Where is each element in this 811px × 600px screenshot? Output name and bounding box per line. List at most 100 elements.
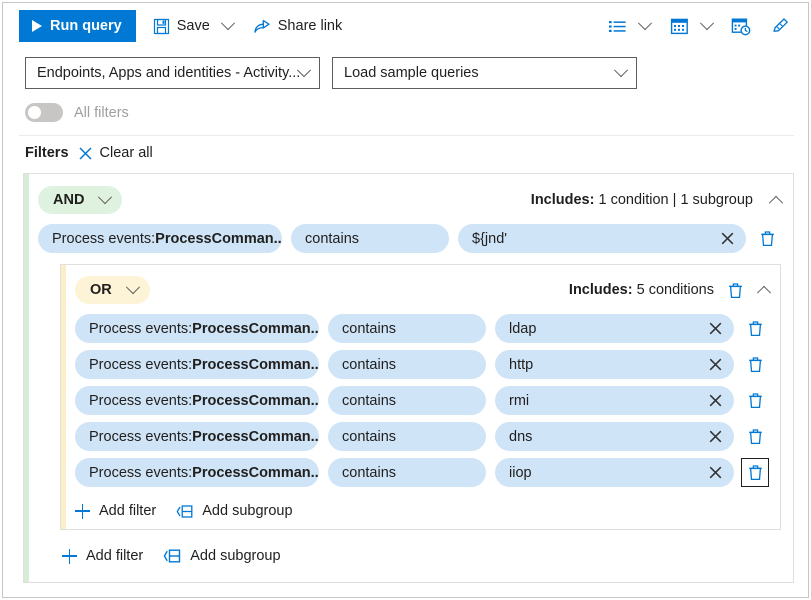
save-button[interactable]: Save — [146, 10, 236, 42]
or-add-subgroup-label: Add subgroup — [202, 503, 293, 519]
delete-condition-button[interactable] — [741, 314, 769, 343]
condition-operator-chip[interactable]: contains — [328, 422, 486, 451]
share-link-button[interactable]: Share link — [246, 10, 349, 42]
edit-button[interactable] — [766, 10, 796, 42]
condition-row: Process events: ProcessComman... contains… — [75, 350, 769, 379]
selectors-row: Endpoints, Apps and identities - Activit… — [3, 49, 808, 89]
clear-condition-value-button[interactable] — [696, 350, 734, 379]
or-operator-label: OR — [90, 282, 112, 298]
chevron-down-icon — [98, 190, 113, 205]
and-group-summary: Includes: 1 condition | 1 subgroup — [531, 192, 784, 210]
condition-field-chip[interactable]: Process events: ProcessComman... — [75, 314, 319, 343]
and-group-body: AND Includes: 1 condition | 1 subgroup P… — [24, 174, 793, 582]
run-query-button[interactable]: Run query — [19, 10, 136, 42]
chevron-down-icon — [613, 63, 629, 78]
condition-field-chip[interactable]: Process events: ProcessComman... — [75, 350, 319, 379]
includes-value: 1 condition | 1 subgroup — [598, 192, 753, 208]
condition-field-chip[interactable]: Process events: ProcessComman... — [75, 458, 319, 487]
add-subgroup-icon — [176, 504, 193, 519]
add-subgroup-icon — [163, 548, 181, 564]
date-range-dropdown[interactable] — [696, 10, 718, 42]
condition-operator-chip[interactable]: contains — [328, 314, 486, 343]
calendar-clock-icon — [731, 17, 751, 36]
delete-condition-button[interactable] — [753, 224, 781, 253]
and-operator-dropdown[interactable]: AND — [38, 186, 123, 214]
condition-field-chip[interactable]: Process events: ProcessComman... — [75, 422, 319, 451]
and-add-filter-button[interactable]: Add filter — [62, 548, 143, 564]
chevron-down-icon[interactable] — [220, 16, 235, 31]
or-operator-dropdown[interactable]: OR — [75, 276, 150, 304]
chevron-down-icon — [637, 16, 653, 31]
clear-all-label: Clear all — [99, 145, 153, 161]
all-filters-label: All filters — [74, 104, 129, 121]
condition-operator-chip[interactable]: contains — [291, 224, 449, 253]
collapse-chevron-up-icon[interactable] — [756, 285, 772, 300]
condition-operator-chip[interactable]: contains — [328, 386, 486, 415]
condition-value-chip[interactable]: ${jnd' — [458, 224, 708, 253]
condition-field-chip[interactable]: Process events: ProcessComman... — [38, 224, 282, 253]
delete-condition-button[interactable] — [741, 458, 769, 487]
and-conditions-list: Process events: ProcessComman... contains… — [38, 224, 781, 253]
delete-condition-button[interactable] — [741, 422, 769, 451]
or-group-accent-bar — [61, 265, 66, 529]
share-icon — [253, 18, 271, 35]
condition-field-name: ProcessComman... — [192, 428, 319, 445]
scope-dropdown-value: Endpoints, Apps and identities - Activit… — [37, 65, 300, 81]
filters-title: Filters — [25, 145, 69, 161]
all-filters-toggle[interactable] — [25, 103, 63, 122]
scope-dropdown[interactable]: Endpoints, Apps and identities - Activit… — [25, 57, 320, 89]
condition-row: Process events: ProcessComman... contains… — [38, 224, 781, 253]
filter-group-and: AND Includes: 1 condition | 1 subgroup P… — [23, 173, 794, 583]
condition-field-prefix: Process events: — [89, 428, 193, 445]
filters-header: Filters Clear all — [3, 136, 808, 161]
condition-value-chip[interactable]: rmi — [495, 386, 696, 415]
condition-value-chip[interactable]: ldap — [495, 314, 696, 343]
condition-operator-chip[interactable]: contains — [328, 458, 486, 487]
or-add-filter-button[interactable]: Add filter — [75, 503, 156, 519]
condition-field-name: ProcessComman... — [192, 392, 319, 409]
delete-subgroup-button[interactable] — [728, 282, 743, 299]
condition-value-chip[interactable]: iiop — [495, 458, 696, 487]
clear-condition-value-button[interactable] — [696, 386, 734, 415]
includes-value: 5 conditions — [636, 282, 714, 298]
condition-row: Process events: ProcessComman... contains… — [75, 386, 769, 415]
clear-condition-value-button[interactable] — [708, 224, 746, 253]
clear-condition-value-button[interactable] — [696, 458, 734, 487]
or-group-body: OR Includes: 5 conditions Process events… — [61, 265, 780, 529]
clear-condition-value-button[interactable] — [696, 314, 734, 343]
condition-value-chip[interactable]: dns — [495, 422, 696, 451]
delete-condition-button[interactable] — [741, 386, 769, 415]
collapse-chevron-up-icon[interactable] — [768, 195, 784, 210]
chevron-down-icon — [296, 63, 312, 78]
share-link-label: Share link — [277, 18, 343, 34]
and-group-header: AND Includes: 1 condition | 1 subgroup — [38, 185, 784, 215]
clear-all-button[interactable]: Clear all — [78, 145, 153, 161]
toolbar-right-icons — [602, 3, 796, 49]
condition-value-chip[interactable]: http — [495, 350, 696, 379]
condition-row: Process events: ProcessComman... contains… — [75, 422, 769, 451]
list-view-dropdown[interactable] — [634, 10, 656, 42]
condition-field-prefix: Process events: — [52, 230, 156, 247]
condition-field-chip[interactable]: Process events: ProcessComman... — [75, 386, 319, 415]
schedule-button[interactable] — [726, 10, 756, 42]
and-add-subgroup-button[interactable]: Add subgroup — [163, 548, 281, 564]
condition-field-name: ProcessComman... — [192, 356, 319, 373]
and-add-row: Add filter Add subgroup — [38, 534, 781, 570]
condition-field-name: ProcessComman... — [155, 230, 282, 247]
condition-operator-chip[interactable]: contains — [328, 350, 486, 379]
toolbar: Run query Save Share link — [3, 3, 808, 49]
pencil-edit-icon — [771, 17, 791, 35]
condition-row: Process events: ProcessComman... contains… — [75, 314, 769, 343]
run-query-label: Run query — [50, 18, 122, 34]
condition-field-name: ProcessComman... — [192, 464, 319, 481]
delete-condition-button[interactable] — [741, 350, 769, 379]
condition-field-prefix: Process events: — [89, 392, 193, 409]
plus-icon — [62, 548, 77, 564]
date-range-button[interactable] — [664, 10, 694, 42]
or-add-subgroup-button[interactable]: Add subgroup — [176, 503, 293, 519]
list-icon — [608, 18, 627, 35]
sample-queries-dropdown[interactable]: Load sample queries — [332, 57, 637, 89]
condition-field-prefix: Process events: — [89, 356, 193, 373]
list-view-button[interactable] — [602, 10, 632, 42]
clear-condition-value-button[interactable] — [696, 422, 734, 451]
